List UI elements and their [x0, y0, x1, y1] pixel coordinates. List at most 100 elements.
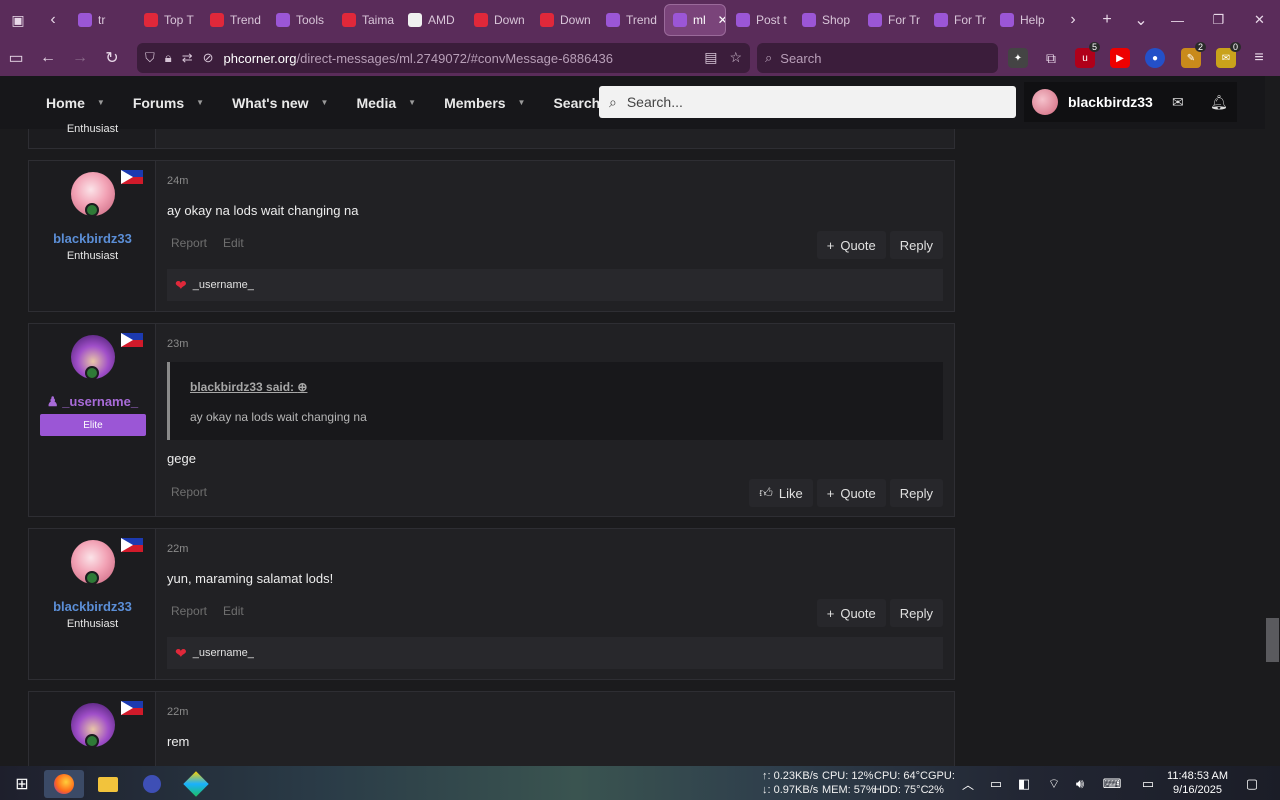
tab-scroll-left-icon[interactable]: ‹ [36, 11, 70, 29]
browser-tab-bar: ▣ ‹ tr Top T Trend Tools Taima AMD Down Down Tre… [0, 0, 1280, 40]
nav-item-members[interactable]: Members ▼ [430, 76, 539, 129]
wand-extension-icon[interactable]: ✎ 2 [1181, 42, 1206, 68]
sidebar-toggle-icon[interactable]: ▭ [0, 40, 32, 76]
nav-item-media[interactable]: Media ▼ [342, 76, 430, 129]
avatar[interactable] [1032, 89, 1058, 115]
reload-icon[interactable]: ↻ [96, 40, 128, 76]
minimize-icon[interactable]: — [1157, 0, 1198, 40]
browser-tab[interactable]: Trend [598, 4, 662, 36]
app-diamond-icon[interactable] [176, 770, 216, 798]
tablet-mode-icon[interactable]: ▭ [1134, 770, 1162, 798]
user-menu[interactable]: blackbirdz33 ✉ 🔔︎ [1024, 82, 1237, 122]
close-tab-icon[interactable]: ✕ [718, 13, 725, 27]
browser-tab[interactable]: For Tr [860, 4, 924, 36]
report-link[interactable]: Report [171, 604, 207, 618]
notifications-icon[interactable]: ▢ [1238, 770, 1266, 798]
quote-button[interactable]: + Quote [816, 231, 886, 259]
tab-overview-icon[interactable]: ▣ [0, 0, 36, 40]
browser-tab[interactable]: Top T [136, 4, 200, 36]
show-hidden-icons-icon[interactable]: ︿ [955, 770, 981, 798]
reaction-user[interactable]: _username_ [193, 279, 254, 291]
browser-tab[interactable]: tr [70, 4, 134, 36]
quote-button[interactable]: + Quote [816, 479, 886, 507]
shield-icon[interactable]: ⛉ [145, 50, 155, 66]
browser-tab[interactable]: ml ✕ [664, 4, 726, 36]
reader-view-icon[interactable]: ▤ [704, 49, 717, 66]
chevron-down-icon[interactable]: ▼ [408, 98, 416, 107]
site-search-input[interactable]: ⌕ Search... [599, 86, 1016, 118]
reaction-user[interactable]: _username_ [193, 647, 254, 659]
browser-search-box[interactable]: ⌕ Search [757, 43, 998, 73]
menu-hamburger-icon[interactable]: ≡ [1249, 48, 1269, 68]
quote-button[interactable]: + Quote [816, 599, 886, 627]
report-link[interactable]: Report [171, 236, 207, 250]
browser-tab[interactable]: Down [532, 4, 596, 36]
edit-link[interactable]: Edit [223, 604, 244, 618]
browser-tab[interactable]: Taima [334, 4, 398, 36]
author-name[interactable]: ♟ _username_ [29, 394, 156, 410]
message-time[interactable]: 24m [167, 175, 188, 187]
wifi-icon[interactable]: ⌔ [1041, 770, 1067, 798]
chevron-down-icon[interactable]: ▼ [321, 98, 329, 107]
vpn-shield-icon[interactable] [132, 770, 172, 798]
keyboard-icon[interactable]: ⌨ [1097, 770, 1127, 798]
tab-scroll-right-icon[interactable]: › [1056, 11, 1090, 29]
permissions-icon[interactable]: ⇄ [182, 50, 193, 66]
edit-link[interactable]: Edit [223, 236, 244, 250]
ublock-icon[interactable]: u5 [1075, 42, 1100, 68]
lock-icon[interactable]: 🔒︎ [165, 50, 172, 66]
browser-tab[interactable]: Down [466, 4, 530, 36]
back-icon[interactable]: ← [32, 40, 64, 76]
quote-header[interactable]: blackbirdz33 said: ⊕ [190, 380, 307, 394]
bell-icon[interactable]: 🔔︎ [1210, 94, 1228, 111]
app-tray-icon[interactable]: ◧ [1011, 770, 1037, 798]
battery-icon[interactable]: ▭ [983, 770, 1009, 798]
browser-tab[interactable]: Tools [268, 4, 332, 36]
nav-item-what-s-new[interactable]: What's new ▼ [218, 76, 342, 129]
browser-tab[interactable]: Trend [202, 4, 266, 36]
notifier-extension-icon[interactable]: ✉ 0 [1216, 42, 1241, 68]
extensions-icon[interactable]: ⧉ [1041, 48, 1061, 68]
nav-item-forums[interactable]: Forums ▼ [119, 76, 218, 129]
report-link[interactable]: Report [171, 485, 207, 499]
file-explorer-icon[interactable] [88, 770, 128, 798]
extension-puzzle-gray-icon[interactable]: ✦ [1008, 48, 1028, 68]
firefox-icon[interactable] [44, 770, 84, 798]
scrollbar-thumb[interactable] [1266, 618, 1279, 662]
account-username[interactable]: blackbirdz33 [1068, 94, 1153, 110]
forward-icon[interactable]: → [64, 40, 96, 76]
clock[interactable]: 11:48:53 AM 9/16/2025 [1167, 769, 1228, 797]
circle-extension-icon[interactable]: ● [1145, 48, 1165, 68]
reply-button[interactable]: Reply [889, 599, 943, 627]
chevron-down-icon[interactable]: ▼ [518, 98, 526, 107]
close-window-icon[interactable]: ✕ [1239, 0, 1280, 40]
message-time[interactable]: 23m [167, 338, 188, 350]
browser-tab[interactable]: Help [992, 4, 1056, 36]
message-time[interactable]: 22m [167, 543, 188, 555]
author-name[interactable]: blackbirdz33 [29, 599, 156, 614]
tab-favicon-icon [342, 13, 356, 27]
author-name[interactable]: blackbirdz33 [29, 231, 156, 246]
nav-item-home[interactable]: Home ▼ [32, 76, 119, 129]
youtube-icon[interactable]: ▶ [1110, 48, 1130, 68]
reply-button[interactable]: Reply [889, 231, 943, 259]
message-time[interactable]: 22m [167, 706, 188, 718]
chevron-down-icon[interactable]: ▼ [97, 98, 105, 107]
tab-list-chevron-icon[interactable]: ⌄ [1124, 10, 1158, 30]
like-button[interactable]: 👍︎ Like [749, 479, 813, 507]
chevron-down-icon[interactable]: ▼ [196, 98, 204, 107]
volume-icon[interactable]: 🔊︎ [1067, 770, 1093, 798]
browser-tab[interactable]: AMD [400, 4, 464, 36]
page-scrollbar[interactable] [1265, 76, 1280, 766]
browser-tab[interactable]: Shop [794, 4, 858, 36]
browser-tab[interactable]: Post t [728, 4, 792, 36]
bookmark-star-icon[interactable]: ☆ [729, 49, 742, 66]
address-bar[interactable]: ⛉ 🔒︎ ⇄ ⊘ phcorner.org/direct-messages/ml… [137, 43, 750, 73]
reply-button[interactable]: Reply [889, 479, 943, 507]
restore-icon[interactable]: ❐ [1198, 0, 1239, 40]
new-tab-icon[interactable]: + [1090, 11, 1124, 29]
tracking-off-icon[interactable]: ⊘ [203, 50, 214, 66]
inbox-icon[interactable]: ✉ [1172, 94, 1184, 111]
windows-start-icon[interactable]: ⊞ [2, 770, 42, 798]
browser-tab[interactable]: For Tr [926, 4, 990, 36]
